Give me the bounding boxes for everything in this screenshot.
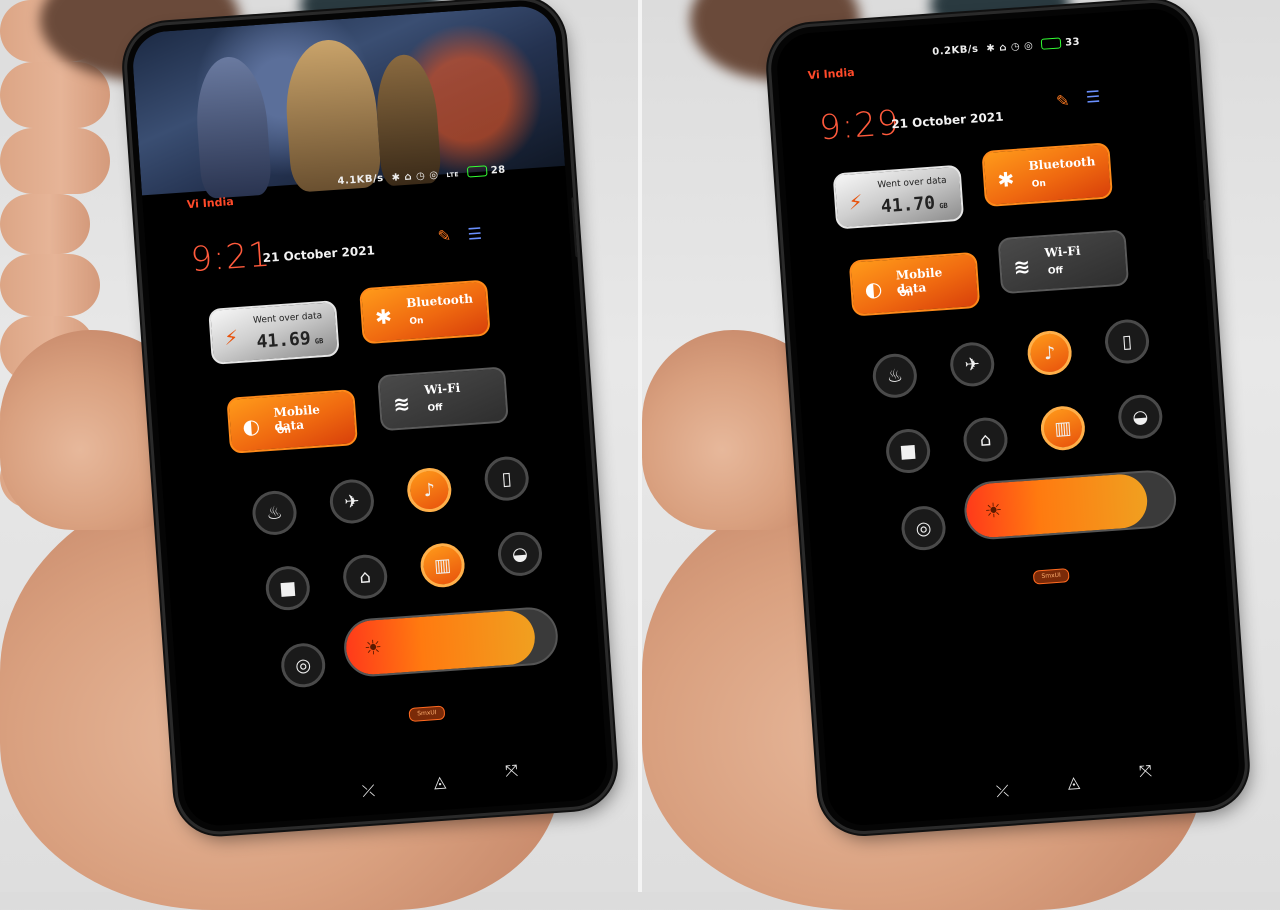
network-speed: 4.1KB/s: [337, 172, 385, 188]
battery-icon: [1040, 37, 1062, 50]
network-speed: 0.2KB/s: [931, 43, 979, 58]
screen-record-icon[interactable]: ■: [884, 427, 932, 475]
auto-brightness-icon[interactable]: ◎: [279, 641, 327, 689]
edit-icon[interactable]: ✎: [1055, 91, 1070, 111]
edit-icon[interactable]: ✎: [437, 226, 452, 246]
recents-icon[interactable]: ⤧: [1138, 761, 1152, 782]
wifi-status: Off: [427, 402, 443, 414]
bluetooth-status: On: [409, 316, 424, 328]
data-tile-value: 41.69 GB: [255, 327, 324, 353]
clock: 9:21: [189, 234, 273, 281]
phone-right: Vi India 0.2KB/s ✱ ⌂ ◷ ◎ 33 9:29 21 Octo…: [768, 0, 1248, 834]
carrier-label: Vi India: [186, 195, 235, 212]
theme-badge: SmxUI: [1032, 568, 1070, 585]
mobile-data-icon: ◐: [863, 276, 884, 302]
bluetooth-icon: ✱: [996, 167, 1016, 193]
lightning-icon: ⚡: [223, 325, 240, 350]
home-icon[interactable]: ◬: [1067, 772, 1081, 792]
lightning-icon: ⚡: [847, 189, 864, 215]
data-usage-tile[interactable]: ⚡ Went over data 41.69 GB: [208, 300, 340, 365]
battery-level: 33: [1064, 36, 1081, 49]
data-usage-tile[interactable]: ⚡ Went over data 41.70 GB: [832, 164, 965, 230]
theme-badge: SmxUI: [408, 705, 446, 722]
mobile-data-tile[interactable]: ◐ Mobile data On: [848, 251, 981, 317]
torch-icon[interactable]: ♨: [251, 489, 299, 537]
airplane-icon[interactable]: ✈: [948, 340, 996, 388]
reading-mode-icon[interactable]: ▥: [1039, 404, 1087, 452]
back-icon[interactable]: ⤫: [995, 781, 1009, 802]
wifi-icon: ≋: [1012, 254, 1032, 280]
panel-divider: [638, 0, 642, 892]
vibrate-icon[interactable]: ▯: [1103, 318, 1151, 365]
control-center-screen: Vi India 0.2KB/s ✱ ⌂ ◷ ◎ 33 9:29 21 Octo…: [774, 6, 1242, 828]
lock-icon[interactable]: ◒: [1116, 393, 1164, 441]
clock: 9:29: [818, 102, 901, 149]
wifi-title: Wi-Fi: [423, 380, 461, 398]
brightness-slider[interactable]: ☀: [342, 605, 560, 679]
bluetooth-tile[interactable]: ✱ Bluetooth On: [359, 279, 491, 345]
wifi-title: Wi-Fi: [1044, 243, 1081, 261]
bluetooth-title: Bluetooth: [405, 291, 474, 311]
vibrate-icon[interactable]: ▯: [483, 455, 531, 503]
brightness-icon: ☀: [363, 634, 383, 660]
toggle-layout-icon[interactable]: ☰: [467, 224, 483, 244]
auto-brightness-icon[interactable]: ◎: [900, 504, 948, 552]
data-tile-title: Went over data: [252, 311, 323, 326]
bluetooth-title: Bluetooth: [1028, 154, 1096, 173]
screenshot-icon[interactable]: ⌂: [962, 416, 1010, 464]
screenshot-icon[interactable]: ⌂: [341, 553, 389, 601]
reading-mode-icon[interactable]: ▥: [419, 541, 467, 589]
control-center-screen: Vi India 4.1KB/s ✱ ⌂ ◷ ◎ LTE 28 9:21 21 …: [130, 4, 610, 828]
torch-icon[interactable]: ♨: [871, 352, 919, 400]
battery-level: 28: [490, 164, 507, 177]
bluetooth-status: On: [1031, 178, 1047, 190]
carrier-label: Vi India: [807, 65, 855, 83]
bell-icon[interactable]: ♪: [405, 466, 453, 514]
mobile-data-status: On: [898, 288, 914, 300]
bluetooth-tile[interactable]: ✱ Bluetooth On: [981, 142, 1113, 208]
wifi-icon: ≋: [392, 391, 411, 417]
airplane-icon[interactable]: ✈: [328, 477, 376, 525]
back-icon[interactable]: ⤫: [361, 781, 375, 802]
toggle-layout-icon[interactable]: ☰: [1085, 87, 1101, 107]
screen-record-icon[interactable]: ■: [264, 564, 312, 612]
battery-icon: [466, 165, 488, 178]
data-tile-title: Went over data: [877, 175, 947, 191]
network-type: LTE: [446, 170, 460, 179]
mobile-data-icon: ◐: [241, 413, 261, 439]
bluetooth-icon: ✱: [374, 304, 393, 330]
status-icons: ✱ ⌂ ◷ ◎: [986, 39, 1034, 55]
phone-left: Vi India 4.1KB/s ✱ ⌂ ◷ ◎ LTE 28 9:21 21 …: [124, 0, 616, 835]
date: 21 October 2021: [262, 243, 376, 266]
brightness-slider[interactable]: ☀: [962, 468, 1179, 542]
status-bar: 0.2KB/s ✱ ⌂ ◷ ◎ 33: [932, 36, 1080, 58]
wifi-tile[interactable]: ≋ Wi-Fi Off: [997, 229, 1130, 295]
mobile-data-status: On: [276, 425, 292, 437]
data-tile-value: 41.70 GB: [880, 192, 949, 218]
lock-icon[interactable]: ◒: [496, 530, 544, 578]
brightness-icon: ☀: [983, 497, 1004, 523]
bell-icon[interactable]: ♪: [1026, 329, 1074, 377]
mobile-data-tile[interactable]: ◐ Mobile data On: [226, 389, 358, 454]
wifi-status: Off: [1047, 265, 1064, 277]
wifi-tile[interactable]: ≋ Wi-Fi Off: [377, 366, 509, 432]
recents-icon[interactable]: ⤧: [504, 761, 518, 782]
date: 21 October 2021: [890, 109, 1004, 132]
home-icon[interactable]: ◬: [433, 772, 447, 792]
